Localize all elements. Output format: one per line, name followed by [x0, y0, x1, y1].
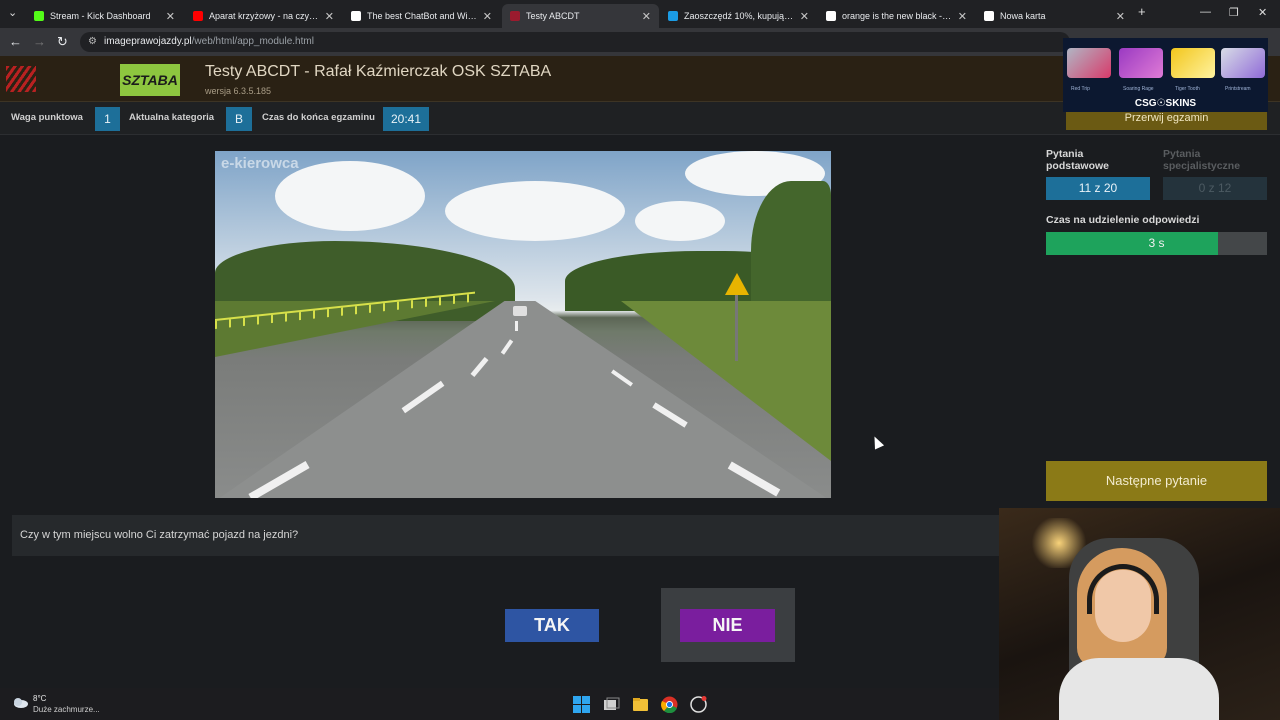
image-watermark: e-kierowca [221, 155, 299, 172]
restore-icon[interactable]: ❐ [1229, 6, 1239, 19]
close-tab-icon[interactable]: ✕ [800, 10, 809, 23]
chrome-icon [984, 11, 994, 21]
car [513, 306, 527, 316]
tree-right [751, 181, 831, 321]
site-icon [510, 11, 520, 21]
kick-icon [34, 11, 44, 21]
browser-tab-title: Testy ABCDT [526, 11, 580, 21]
chrome-icon[interactable] [661, 696, 678, 713]
warning-sign [725, 273, 749, 295]
chatbot-icon [351, 11, 361, 21]
close-tab-icon[interactable]: ✕ [642, 10, 651, 23]
question-image: e-kierowca [215, 151, 831, 498]
browser-tab-title: The best ChatBot and Widgets [367, 11, 477, 21]
back-icon[interactable]: ← [9, 34, 22, 49]
question-text: Czy w tym miejscu wolno Ci zatrzymać poj… [12, 515, 1002, 556]
browser-tab-title: Nowa karta [1000, 11, 1046, 21]
browser-tab[interactable]: Stream - Kick Dashboard ✕ [26, 4, 183, 28]
answer-timer-bar: 3 s [1046, 232, 1267, 255]
logo-stripes [6, 66, 36, 92]
obs-icon[interactable] [690, 696, 707, 713]
weather-desc: Duże zachmurze... [33, 705, 100, 714]
lane-marking [515, 321, 518, 331]
weather-cloud-icon[interactable] [12, 695, 28, 709]
url-field[interactable]: ⚙ imageprawojazdy.pl/web/html/app_module… [80, 32, 1070, 52]
skin-image [1119, 48, 1163, 78]
sztaba-logo: SZTABA [120, 64, 180, 96]
close-tab-icon[interactable]: ✕ [325, 10, 334, 23]
weather-temp: 8°C [33, 694, 47, 703]
browser-tab[interactable]: Testy ABCDT ✕ [502, 4, 659, 28]
site-info-icon[interactable]: ⚙ [88, 32, 97, 52]
skin-image [1221, 48, 1265, 78]
browser-tab-bar: ⌄ Stream - Kick Dashboard ✕ Aparat krzyżow… [0, 0, 1280, 28]
task-view-icon[interactable] [603, 696, 620, 713]
answer-no-button[interactable]: NIE [680, 609, 775, 642]
skin-image [1171, 48, 1215, 78]
special-questions-count: 0 z 12 [1163, 177, 1267, 200]
skin-label: Red Trip [1071, 86, 1090, 92]
close-tab-icon[interactable]: ✕ [958, 10, 967, 23]
webcam-overlay [999, 508, 1280, 720]
close-window-icon[interactable]: ✕ [1258, 6, 1267, 19]
special-questions-label: Pytania specjalistyczne [1163, 148, 1241, 172]
page-title: Testy ABCDT - Rafał Kaźmierczak OSK SZTA… [205, 63, 552, 80]
browser-tab[interactable]: Nowa karta ✕ [976, 4, 1133, 28]
tab-search-icon[interactable]: ⌄ [8, 6, 17, 19]
category-value: B [226, 107, 252, 131]
new-tab-button[interactable]: + [1138, 4, 1146, 19]
browser-tab[interactable]: Zaoszczędź 10%, kupując RV Th ✕ [660, 4, 817, 28]
ad-brand: CSG☉SKINS [1134, 98, 1197, 109]
youtube-icon [193, 11, 203, 21]
streamer-body [1059, 658, 1219, 720]
url-host: imageprawojazdy.pl [104, 36, 192, 47]
cloud [635, 201, 725, 241]
browser-tab-title: Zaoszczędź 10%, kupując RV Th [684, 11, 794, 21]
weight-value: 1 [95, 107, 120, 131]
windows-start-icon[interactable] [573, 696, 590, 713]
browser-tab-title: orange is the new black - Szuk [842, 11, 952, 21]
time-left-label: Czas do końca egzaminu [262, 112, 375, 123]
browser-tab-title: Aparat krzyżowy - na czym pol [209, 11, 319, 21]
file-explorer-icon[interactable] [632, 696, 649, 713]
skins-ad[interactable]: Red Trip Soaring Rage Tiger Tooth Prints… [1063, 38, 1268, 112]
category-label: Aktualna kategoria [129, 112, 214, 123]
answer-timer-text: 3 s [1148, 236, 1165, 250]
skin-label: Tiger Tooth [1175, 86, 1200, 92]
answer-time-label: Czas na udzielenie odpowiedzi [1046, 214, 1200, 226]
time-left-value: 20:41 [383, 107, 429, 131]
basic-questions-label: Pytania podstawowe [1046, 148, 1110, 172]
steam-icon [668, 11, 678, 21]
browser-tab-title: Stream - Kick Dashboard [50, 11, 151, 21]
google-icon [826, 11, 836, 21]
minimize-icon[interactable]: — [1200, 6, 1211, 18]
skin-image [1067, 48, 1111, 78]
sign-pole [735, 295, 738, 361]
close-tab-icon[interactable]: ✕ [1116, 10, 1125, 23]
basic-questions-count: 11 z 20 [1046, 177, 1150, 200]
weight-label: Waga punktowa [11, 112, 83, 123]
skin-label: Printstream [1225, 86, 1251, 92]
forward-icon[interactable]: → [33, 34, 46, 49]
app-version: wersja 6.3.5.185 [205, 86, 272, 96]
skin-label: Soaring Rage [1123, 86, 1154, 92]
url-path: /web/html/app_module.html [191, 36, 314, 47]
taskbar: 8°C Duże zachmurze... [0, 688, 999, 720]
browser-tab[interactable]: orange is the new black - Szuk ✕ [818, 4, 975, 28]
next-question-button[interactable]: Następne pytanie [1046, 461, 1267, 501]
school-logo [6, 62, 96, 96]
close-tab-icon[interactable]: ✕ [166, 10, 175, 23]
browser-tab[interactable]: Aparat krzyżowy - na czym pol ✕ [185, 4, 342, 28]
reload-icon[interactable]: ↻ [57, 34, 68, 50]
mouse-cursor [869, 434, 885, 450]
browser-tab[interactable]: The best ChatBot and Widgets ✕ [343, 4, 500, 28]
close-tab-icon[interactable]: ✕ [483, 10, 492, 23]
cloud [445, 181, 625, 241]
answer-yes-button[interactable]: TAK [505, 609, 599, 642]
